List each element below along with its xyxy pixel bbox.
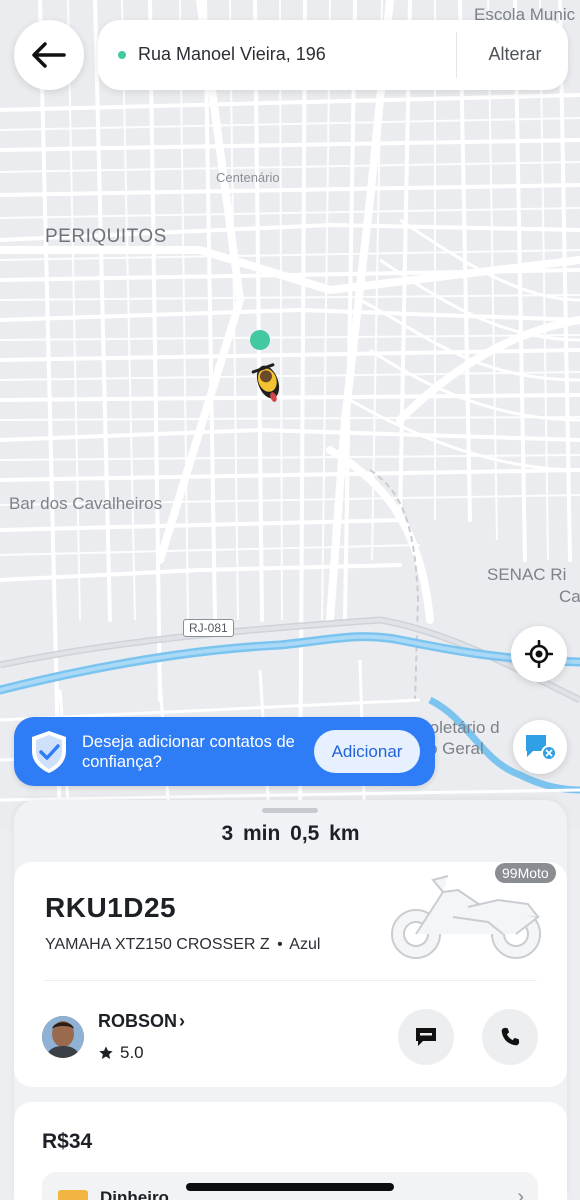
driver-rating: 5.0 xyxy=(98,1043,144,1063)
message-driver-button[interactable] xyxy=(398,1009,454,1065)
vehicle-color: Azul xyxy=(289,936,321,953)
address-divider xyxy=(456,32,457,78)
ride-tracking-screen: Escola Munic Centenário PERIQUITOS Bar d… xyxy=(0,0,580,1200)
call-driver-button[interactable] xyxy=(482,1009,538,1065)
map[interactable]: Escola Munic Centenário PERIQUITOS Bar d… xyxy=(0,0,580,830)
driver-name-link[interactable]: ROBSON › xyxy=(98,1011,185,1032)
sheet-drag-handle[interactable] xyxy=(262,808,318,813)
chevron-right-icon: › xyxy=(517,1186,524,1200)
message-icon xyxy=(416,1028,436,1046)
safety-chat-button[interactable] xyxy=(513,720,567,774)
card-divider xyxy=(45,980,537,981)
add-contacts-button[interactable]: Adicionar xyxy=(314,730,420,773)
trip-bottom-sheet: 3 min 0,5 km 99Moto RKU1D25 YAMAHA XTZ15… xyxy=(14,800,567,1200)
change-address-button[interactable]: Alterar xyxy=(470,44,560,65)
map-label-centenario: Centenário xyxy=(216,170,280,185)
shield-check-icon xyxy=(32,731,66,773)
driver-card: 99Moto RKU1D25 YAMAHA XTZ150 CROSSER Z •… xyxy=(14,862,567,1087)
map-label-senac-line2: Ca xyxy=(559,587,580,606)
map-label-geral: o Geral xyxy=(428,739,484,758)
eta-distance-value: 0,5 km xyxy=(290,822,360,845)
trusted-contacts-banner: Deseja adicionar contatos de confiança? … xyxy=(14,717,435,786)
chevron-right-icon: › xyxy=(179,1011,186,1031)
cash-icon xyxy=(58,1190,88,1200)
license-plate: RKU1D25 xyxy=(45,892,177,923)
map-label-bar: Bar dos Cavalheiros xyxy=(9,494,163,513)
pickup-marker xyxy=(250,330,270,350)
map-streets xyxy=(0,0,580,830)
star-icon xyxy=(99,1046,113,1059)
rating-value: 5.0 xyxy=(120,1043,144,1062)
pickup-address: Rua Manoel Vieira, 196 xyxy=(138,44,326,64)
trusted-contacts-text: Deseja adicionar contatos de confiança? xyxy=(82,733,295,771)
vehicle-info: YAMAHA XTZ150 CROSSER Z • Azul xyxy=(45,936,320,954)
arrow-left-icon xyxy=(32,42,66,68)
chat-icon xyxy=(526,735,557,761)
vehicle-model: YAMAHA XTZ150 CROSSER Z xyxy=(45,936,270,953)
phone-icon xyxy=(501,1027,520,1046)
eta-distance: 3 min 0,5 km xyxy=(14,822,567,846)
map-label-proletario: roletário d xyxy=(424,718,500,737)
back-button[interactable] xyxy=(14,20,84,90)
my-location-button[interactable] xyxy=(511,626,567,682)
driver-avatar[interactable] xyxy=(42,1016,84,1058)
vehicle-separator: • xyxy=(277,936,283,953)
ride-price: R$34 xyxy=(42,1130,93,1153)
service-badge: 99Moto xyxy=(495,863,556,883)
home-indicator[interactable] xyxy=(186,1183,394,1191)
road-shield: RJ-081 xyxy=(183,619,234,637)
map-label-periquitos: PERIQUITOS xyxy=(45,226,167,247)
pickup-address-bar[interactable]: Rua Manoel Vieira, 196 Alterar xyxy=(98,20,568,90)
driver-name: ROBSON xyxy=(98,1011,178,1031)
motorcycle-illustration xyxy=(391,875,541,959)
map-label-senac: SENAC Ri xyxy=(487,565,567,584)
driver-photo xyxy=(42,1016,84,1058)
payment-method: Dinheiro xyxy=(100,1188,169,1200)
crosshair-icon xyxy=(525,640,553,668)
eta-time: 3 min xyxy=(221,822,281,845)
pickup-dot-icon xyxy=(118,51,126,59)
